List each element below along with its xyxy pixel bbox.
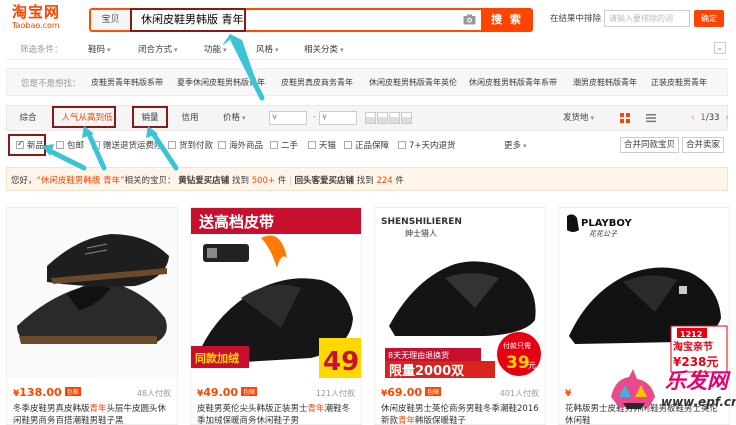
annotation-arrows [42,34,265,171]
